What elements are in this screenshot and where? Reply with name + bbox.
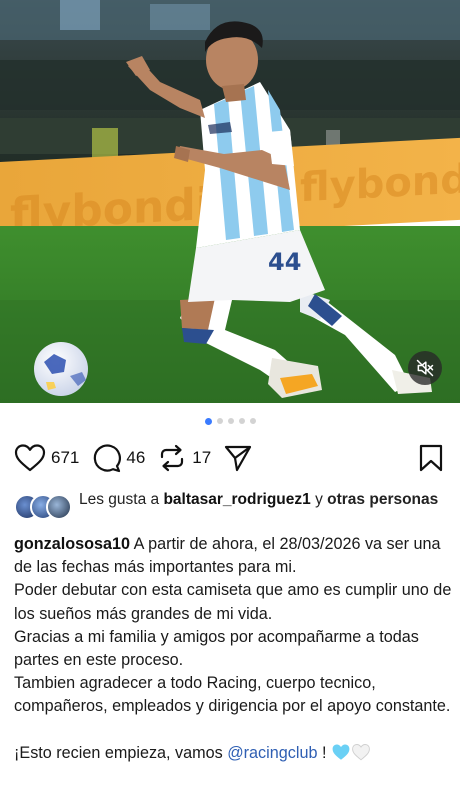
svg-text:flybondi: flybondi	[300, 156, 460, 212]
football-player-image: flybondi flybondi 44	[0, 0, 460, 403]
bookmark-icon	[419, 444, 443, 472]
post-photo[interactable]: flybondi flybondi 44	[0, 0, 460, 403]
carousel-dot	[249, 418, 256, 424]
carousel-indicator	[0, 417, 460, 425]
white-heart-icon	[352, 743, 370, 761]
jersey-number: 44	[268, 248, 301, 276]
light-blue-heart-icon	[332, 744, 350, 760]
carousel-dot	[238, 418, 245, 424]
repost-button[interactable]: 17	[157, 443, 211, 473]
send-icon	[225, 445, 252, 472]
heart-icon	[14, 444, 46, 472]
like-count: 671	[51, 448, 80, 467]
save-button[interactable]	[418, 443, 444, 473]
caption-username[interactable]: gonzalososa10	[14, 535, 130, 553]
liker-avatars	[14, 494, 72, 520]
caption-line: ¡Esto recien empieza, vamos	[14, 743, 228, 762]
comment-count: 46	[126, 448, 146, 467]
liked-by-others[interactable]: otras personas	[327, 491, 438, 508]
comment-button[interactable]: 46	[91, 443, 145, 473]
liked-by-text: Les gusta a baltasar_rodriguez1 y otras …	[79, 490, 438, 510]
liked-by-row[interactable]: Les gusta a baltasar_rodriguez1 y otras …	[14, 490, 444, 520]
liked-by-prefix: Les gusta a	[79, 491, 164, 508]
liked-by-user[interactable]: baltasar_rodriguez1	[163, 491, 310, 508]
like-button[interactable]: 671	[14, 443, 79, 473]
repost-count: 17	[192, 448, 212, 467]
caption-line: Gracias a mi familia y amigos por acompa…	[14, 627, 419, 670]
avatar	[46, 494, 72, 520]
comment-icon	[94, 444, 122, 473]
liked-by-connector: y	[310, 491, 328, 508]
post-action-bar: 671 46 17	[14, 441, 444, 475]
share-button[interactable]	[223, 443, 253, 473]
mention-link[interactable]: @racingclub	[227, 744, 317, 762]
caption-line: Tambien agradecer a todo Racing, cuerpo …	[14, 674, 451, 716]
repost-icon	[161, 444, 184, 472]
speaker-muted-icon	[416, 359, 434, 377]
mute-button[interactable]	[408, 351, 442, 385]
caption-line: Poder debutar con esta camiseta que amo …	[14, 581, 452, 623]
carousel-dot	[227, 418, 234, 424]
post-caption: gonzalososa10 A partir de ahora, el 28/0…	[14, 535, 452, 762]
carousel-dot-active	[204, 417, 212, 425]
carousel-dot	[216, 418, 223, 424]
